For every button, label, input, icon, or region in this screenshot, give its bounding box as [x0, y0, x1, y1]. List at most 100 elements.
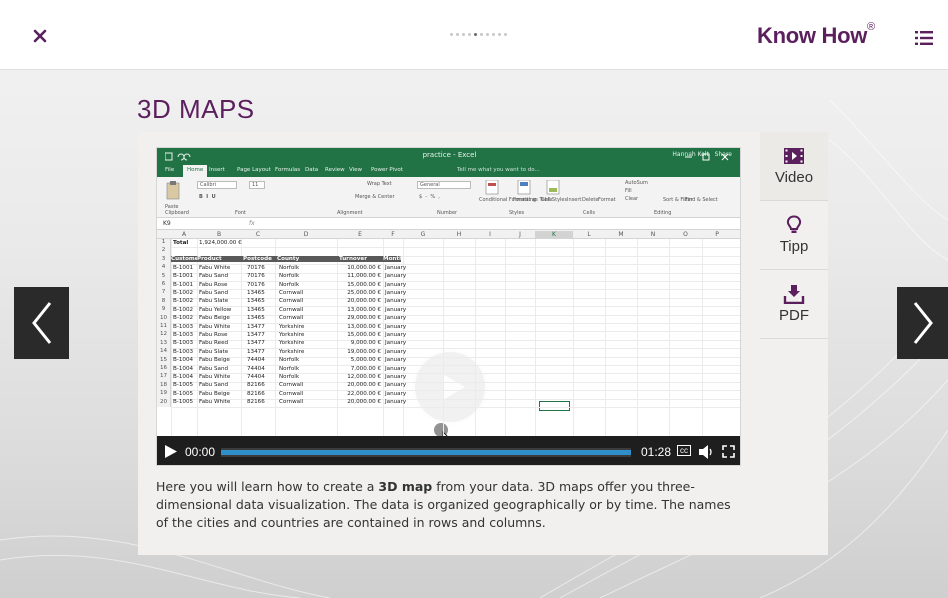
table-cell: 25,000.00 € [347, 289, 381, 296]
excel-tab: Page Layout [237, 167, 271, 173]
brand-logo: Know How® [757, 21, 875, 48]
table-row: 4 B-1001 Fabu White 70176 Norfolk 10,000.00 €… [157, 264, 740, 273]
lesson-description: Here you will learn how to create a 3D m… [156, 479, 731, 530]
table-row: 15 B-1004 Fabu Beige 74404 Norfolk 5,000.00 €… [157, 356, 740, 365]
column-headers: A B C D E F G H I J K L M N O P [157, 230, 740, 239]
column-header: N [650, 231, 656, 238]
table-cell: B-1001 [173, 273, 194, 280]
table-cell: Yorkshire [279, 323, 305, 330]
row-number: 19 [157, 390, 171, 399]
table-row: 18 B-1005 Fabu Sand 82166 Cornwall 20,000.00 … [157, 381, 740, 391]
column-header: H [456, 231, 462, 238]
table-cell: Cornwall [279, 306, 304, 313]
excel-ribbon: Paste Calibri 11 B I U Wrap Text Merge &… [157, 177, 740, 218]
table-cell: 29,000.00 € [347, 315, 381, 322]
side-item-tipp[interactable]: Tipp [760, 201, 828, 269]
table-cell: January [385, 390, 407, 397]
close-icon[interactable] [30, 26, 50, 46]
table-cell: January [385, 281, 407, 288]
table-cell: B-1004 [173, 373, 194, 380]
table-row: 17 B-1004 Fabu White 74404 Norfolk 12,000.00 … [157, 373, 740, 382]
row-number: 20 [157, 398, 171, 407]
table-cell: Fabu Sand [199, 273, 229, 280]
table-cell: County [277, 256, 339, 263]
table-cell: Fabu Rose [199, 281, 228, 288]
table-cell: Month [383, 256, 404, 263]
table-cell: Fabu Sand [199, 365, 229, 372]
table-cell: Fabu Beige [199, 390, 230, 397]
download-icon [783, 285, 805, 304]
side-item-video[interactable]: Video [760, 132, 828, 200]
table-cell: 74404 [247, 373, 265, 380]
seek-bar-buffered[interactable] [221, 450, 631, 455]
description-keyword: 3D map [378, 479, 433, 494]
table-cell: 13465 [247, 289, 265, 296]
table-cell: January [385, 365, 407, 372]
progress-dot [474, 33, 477, 36]
row-number: 9 [157, 306, 171, 315]
side-item-pdf[interactable]: PDF [760, 270, 828, 338]
table-cell: 5,000.00 € [350, 357, 381, 364]
table-cell: Fabu Beige [199, 357, 230, 364]
table-row: 3 Customer Product Postcode County Turnover Mo… [157, 255, 740, 265]
table-cell: 82166 [247, 399, 265, 406]
row-number: 3 [157, 255, 171, 265]
table-cell: 20,000.00 € [347, 298, 381, 305]
column-header: J [519, 231, 521, 238]
table-cell: January [385, 306, 407, 313]
list-menu-icon[interactable] [915, 30, 933, 45]
column-header: O [683, 231, 688, 238]
progress-dot [492, 33, 495, 36]
table-cell: January [385, 331, 407, 338]
side-item-label: PDF [779, 307, 809, 324]
video-player[interactable]: practice - Excel Hannah Kolt Share Tell … [156, 147, 741, 466]
table-cell: B-1003 [173, 331, 194, 338]
grid-line [171, 407, 740, 408]
spreadsheet-grid: ABCDEFGHIJKLMNOP 1 Total 1,924,000.00 €2 3 C… [157, 230, 740, 452]
table-cell: Norfolk [279, 281, 300, 288]
table-cell: 11,000.00 € [347, 273, 381, 280]
table-cell: 22,000.00 € [347, 390, 381, 397]
table-cell: Cornwall [279, 298, 304, 305]
table-cell: Cornwall [279, 390, 304, 397]
volume-icon[interactable] [698, 445, 714, 459]
table-cell: 13465 [247, 298, 265, 305]
column-header: K [535, 231, 573, 238]
progress-dot [498, 33, 501, 36]
table-cell: Cornwall [279, 399, 304, 406]
table-cell: 19,000.00 € [347, 348, 381, 355]
row-number: 17 [157, 373, 171, 382]
table-cell: 15,000.00 € [347, 281, 381, 288]
column-header: A [181, 231, 187, 238]
page-title: 3D MAPS [137, 94, 255, 124]
table-cell: 13477 [247, 323, 265, 330]
row-number: 6 [157, 281, 171, 290]
side-item-label: Video [774, 169, 814, 186]
table-cell: Fabu Sand [199, 382, 229, 389]
table-cell: 20,000.00 € [347, 399, 381, 406]
table-cell: Fabu Sand [199, 289, 229, 296]
table-cell: January [385, 323, 407, 330]
table-cell: B-1004 [173, 365, 194, 372]
table-cell: 9,000.00 € [350, 340, 381, 347]
table-cell: Fabu Rose [199, 331, 228, 338]
table-cell: 15,000.00 € [347, 331, 381, 338]
table-cell: Norfolk [279, 357, 300, 364]
table-cell: January [385, 289, 407, 296]
excel-tab: File [165, 167, 175, 173]
next-button[interactable] [897, 287, 948, 359]
table-row: 2 [157, 247, 740, 256]
table-cell: B-1004 [173, 357, 194, 364]
row-number: 2 [157, 247, 171, 256]
progress-dot [462, 33, 465, 36]
table-cell: Cornwall [279, 315, 304, 322]
row-number: 5 [157, 272, 171, 281]
row-number: 1 [157, 239, 171, 248]
fullscreen-icon[interactable] [722, 445, 735, 458]
play-icon[interactable] [165, 445, 177, 458]
chevron-right-icon [913, 302, 933, 344]
excel-tab: Review [325, 167, 345, 173]
previous-button[interactable] [14, 287, 69, 359]
captions-button[interactable]: cc [677, 445, 691, 456]
table-cell: January [385, 382, 407, 389]
